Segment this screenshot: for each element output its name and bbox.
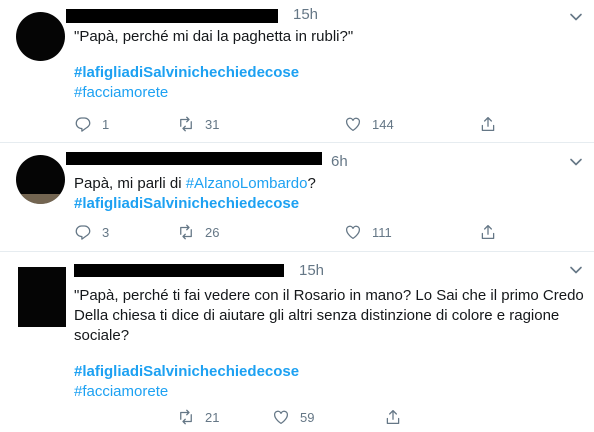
tweet-actions: 3 26 111 [74, 222, 514, 242]
like-button[interactable]: 144 [344, 114, 394, 134]
redacted-username [74, 264, 284, 277]
retweet-button[interactable]: 21 [177, 407, 219, 427]
chevron-down-icon[interactable] [568, 154, 584, 170]
tweet-2[interactable]: 6h Papà, mi parli di #AlzanoLombardo? #l… [0, 143, 594, 252]
tweet-text: Papà, mi parli di #AlzanoLombardo? #lafi… [74, 174, 584, 214]
tweet-line: Papà, mi parli di #AlzanoLombardo? [74, 174, 584, 194]
retweet-icon [180, 409, 192, 425]
retweet-count: 21 [205, 409, 220, 425]
retweet-count: 31 [205, 116, 220, 132]
share-button[interactable] [479, 114, 497, 134]
hashtag-link[interactable]: #lafigliadiSalvinichechiedecose [74, 362, 584, 382]
tweet-3[interactable]: 15h "Papà, perché ti fai vedere con il R… [0, 252, 594, 432]
hashtag-link[interactable]: #facciamorete [74, 83, 584, 103]
tweet-line: "Papà, perché ti fai vedere con il Rosar… [74, 287, 584, 304]
share-button[interactable] [479, 222, 497, 242]
like-count: 111 [372, 224, 392, 240]
retweet-count: 26 [205, 224, 220, 240]
tweet-text: "Papà, perché mi dai la paghetta in rubl… [74, 27, 584, 103]
tweet-actions: 1 31 144 [74, 114, 514, 134]
tweet-line: Della chiesa ti dice di aiutare gli altr… [74, 307, 560, 324]
avatar[interactable] [16, 12, 65, 61]
hashtag-link[interactable]: #AlzanoLombardo [186, 175, 308, 192]
reply-icon [75, 225, 91, 240]
heart-icon [345, 225, 361, 240]
tweet-text: "Papà, perché ti fai vedere con il Rosar… [74, 286, 584, 402]
tweet-line: sociale? [74, 327, 130, 344]
reply-count: 1 [102, 116, 110, 132]
chevron-down-icon[interactable] [568, 262, 584, 278]
hashtag-link[interactable]: #facciamorete [74, 382, 584, 402]
redacted-username [66, 152, 322, 165]
tweet-timestamp[interactable]: 6h [331, 153, 348, 171]
hashtag-link[interactable]: #lafigliadiSalvinichechiedecose [74, 63, 584, 83]
share-icon [481, 116, 495, 132]
share-button[interactable] [384, 407, 402, 427]
like-count: 59 [300, 409, 315, 425]
tweet-text-prefix: Papà, mi parli di [74, 175, 186, 192]
retweet-icon [180, 224, 192, 240]
reply-button[interactable]: 1 [74, 114, 109, 134]
retweet-icon [180, 116, 192, 132]
tweet-actions: 21 59 [74, 407, 514, 427]
share-icon [386, 409, 400, 425]
chevron-down-icon[interactable] [568, 9, 584, 25]
reply-button[interactable]: 3 [74, 222, 109, 242]
like-button[interactable]: 59 [272, 407, 314, 427]
retweet-button[interactable]: 26 [177, 222, 219, 242]
tweet-line: "Papà, perché mi dai la paghetta in rubl… [74, 28, 354, 45]
reply-icon [75, 117, 91, 132]
share-icon [481, 224, 495, 240]
tweet-timestamp[interactable]: 15h [299, 262, 324, 280]
tweet-text-suffix: ? [307, 175, 316, 192]
retweet-button[interactable]: 31 [177, 114, 219, 134]
reply-count: 3 [102, 224, 110, 240]
heart-icon [345, 117, 361, 132]
hashtag-link[interactable]: #lafigliadiSalvinichechiedecose [74, 194, 584, 214]
like-count: 144 [372, 116, 394, 132]
like-button[interactable]: 111 [344, 222, 392, 242]
avatar[interactable] [18, 267, 66, 327]
redacted-username [66, 9, 278, 23]
tweet-timestamp[interactable]: 15h [293, 6, 318, 24]
avatar[interactable] [16, 155, 65, 204]
heart-icon [273, 410, 289, 425]
tweet-1[interactable]: 15h "Papà, perché mi dai la paghetta in … [0, 0, 594, 143]
